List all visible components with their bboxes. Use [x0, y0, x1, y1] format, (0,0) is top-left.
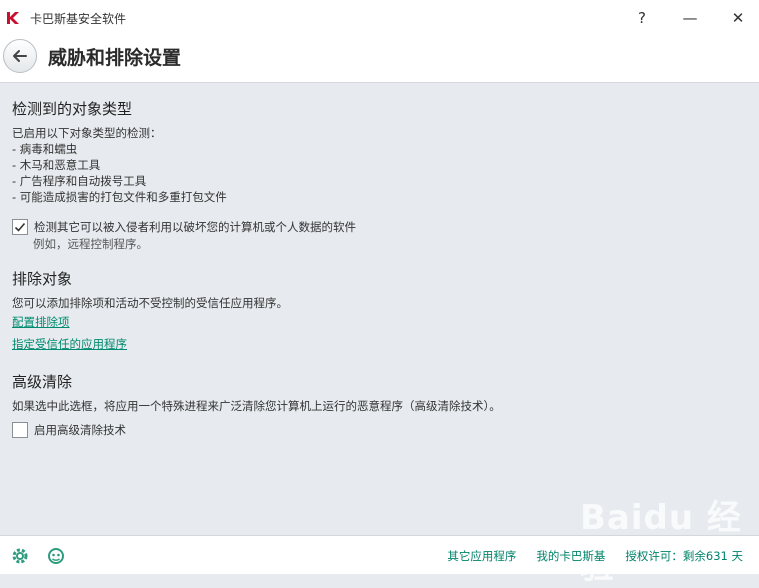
detect-other-software-checkbox[interactable]: [12, 219, 28, 235]
settings-content: 检测到的对象类型 已启用以下对象类型的检测： - 病毒和蠕虫 - 木马和恶意工具…: [12, 98, 747, 438]
detected-item: - 木马和恶意工具: [12, 158, 101, 172]
other-apps-link[interactable]: 其它应用程序: [447, 548, 516, 564]
license-link[interactable]: 授权许可：剩余631 天: [625, 548, 743, 564]
trusted-apps-link[interactable]: 指定受信任的应用程序: [12, 333, 747, 355]
advanced-disinfection-label[interactable]: 启用高级清除技术: [34, 422, 126, 438]
page-title: 威胁和排除设置: [48, 47, 182, 69]
detected-objects-section: 检测到的对象类型 已启用以下对象类型的检测： - 病毒和蠕虫 - 木马和恶意工具…: [12, 98, 747, 253]
help-button[interactable]: ?: [628, 6, 656, 30]
my-kaspersky-link[interactable]: 我的卡巴斯基: [536, 548, 605, 564]
page-header: 威胁和排除设置: [0, 36, 759, 83]
advanced-disinfection-row[interactable]: 启用高级清除技术: [12, 422, 747, 438]
support-icon[interactable]: [47, 547, 65, 565]
detect-other-software-row[interactable]: 检测其它可以被入侵者利用以破坏您的计算机或个人数据的软件: [12, 219, 747, 235]
detected-item: - 病毒和蠕虫: [12, 142, 78, 156]
checkmark-icon: [14, 222, 26, 232]
configure-exclusions-link[interactable]: 配置排除项: [12, 311, 747, 333]
arrow-left-icon: [13, 50, 27, 62]
advanced-disinfection-checkbox[interactable]: [12, 422, 28, 438]
back-button[interactable]: [3, 39, 37, 73]
section-title-exclusions: 排除对象: [12, 270, 73, 288]
footer-links: 其它应用程序 我的卡巴斯基 授权许可：剩余631 天: [427, 548, 743, 564]
detect-example-note: 例如，远程控制程序。: [33, 237, 148, 251]
app-title: 卡巴斯基安全软件: [30, 12, 127, 26]
footer-bar: 其它应用程序 我的卡巴斯基 授权许可：剩余631 天: [0, 535, 759, 574]
advanced-description: 如果选中此选框，将应用一个特殊进程来广泛清除您计算机上运行的恶意程序（高级清除技…: [12, 399, 501, 413]
gear-icon[interactable]: [11, 547, 29, 565]
detected-item: - 可能造成损害的打包文件和多重打包文件: [12, 190, 227, 204]
close-button[interactable]: ✕: [724, 6, 752, 30]
exclusions-description: 您可以添加排除项和活动不受控制的受信任应用程序。: [12, 296, 288, 310]
detect-other-software-label[interactable]: 检测其它可以被入侵者利用以破坏您的计算机或个人数据的软件: [34, 219, 356, 235]
section-title-advanced: 高级清除: [12, 373, 73, 391]
detected-intro: 已启用以下对象类型的检测：: [12, 126, 162, 140]
kaspersky-logo-icon: [7, 12, 19, 24]
title-bar: 卡巴斯基安全软件 ? — ✕: [0, 0, 759, 36]
advanced-disinfection-section: 高级清除 如果选中此选框，将应用一个特殊进程来广泛清除您计算机上运行的恶意程序（…: [12, 371, 747, 438]
section-title-detected: 检测到的对象类型: [12, 100, 133, 118]
minimize-button[interactable]: —: [676, 6, 704, 30]
detected-item: - 广告程序和自动拨号工具: [12, 174, 147, 188]
exclusions-section: 排除对象 您可以添加排除项和活动不受控制的受信任应用程序。 配置排除项 指定受信…: [12, 268, 747, 355]
